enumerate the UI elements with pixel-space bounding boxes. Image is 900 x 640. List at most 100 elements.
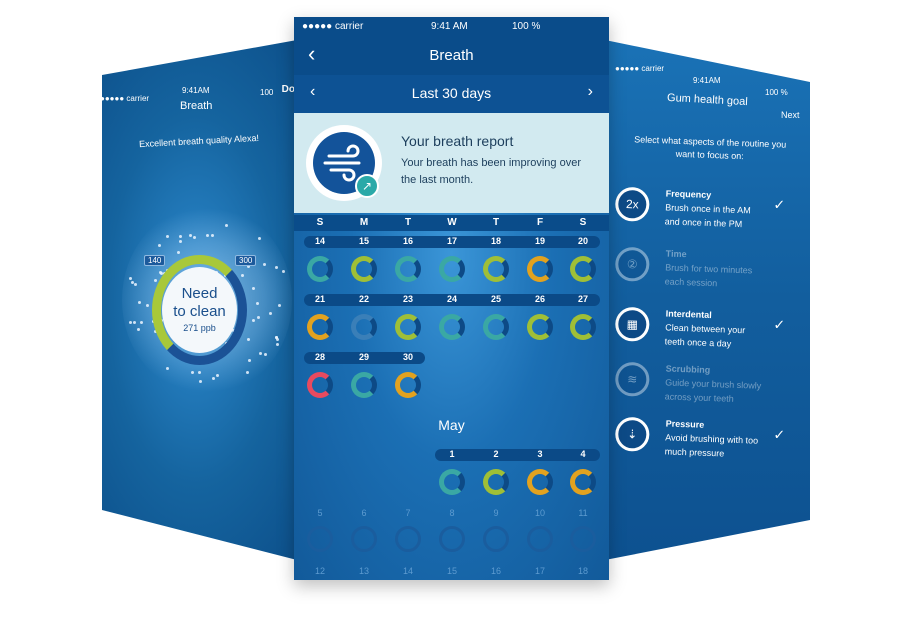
date-range-label: Last 30 days — [411, 85, 492, 101]
day-score-ring[interactable] — [395, 314, 421, 340]
gauge-center: Need to clean 271 ppb — [162, 267, 237, 353]
day-score-ring[interactable] — [351, 372, 377, 398]
day-score-ring[interactable] — [483, 256, 509, 282]
weekday-2: T — [404, 217, 412, 228]
day-score-ring[interactable] — [439, 314, 465, 340]
particle-dot — [248, 359, 252, 363]
calendar-day-number: 15 — [358, 236, 369, 246]
day-score-ring[interactable] — [570, 256, 596, 282]
next-period-chevron-icon[interactable]: › — [588, 83, 593, 101]
next-button[interactable]: Next — [781, 110, 800, 120]
gauge-line1: Need — [181, 285, 218, 302]
day-score-ring[interactable] — [527, 469, 553, 495]
particle-dot — [225, 223, 229, 227]
right-carrier: ●●●●● carrier — [615, 64, 665, 73]
center-status-bar: ●●●●● carrier 9:41 AM 100 % — [294, 17, 609, 37]
future-day-number: 11 — [578, 508, 588, 518]
particle-dot — [166, 235, 170, 239]
checkmark-icon[interactable]: ✓ — [773, 426, 785, 443]
calendar-day-number: 20 — [577, 236, 588, 246]
future-day-number: 7 — [405, 508, 411, 518]
calendar-day-number: 26 — [534, 294, 545, 304]
day-score-ring[interactable] — [351, 256, 377, 282]
goal-item-frequency[interactable]: 2x Frequency Brush once in the AM and once… — [614, 186, 806, 244]
future-day-number: 15 — [446, 566, 457, 576]
day-score-ring[interactable] — [395, 372, 421, 398]
future-day-ring — [483, 526, 509, 552]
day-score-ring[interactable] — [307, 372, 333, 398]
particle-dot — [205, 234, 209, 238]
center-phone-breath-report: ●●●●● carrier 9:41 AM 100 % ‹ Breath ‹ L… — [294, 17, 609, 580]
goal-item-interdental[interactable]: ▦ Interdental Clean between your teeth onc… — [614, 306, 806, 364]
particle-dot — [263, 353, 267, 357]
particle-dot — [278, 303, 282, 307]
particle-dot — [157, 243, 161, 247]
report-description: Your breath has been improving over the … — [401, 157, 581, 186]
particle-dot — [269, 311, 273, 315]
calendar-day-number: 27 — [577, 294, 588, 304]
calendar-day-number: 28 — [314, 352, 325, 362]
goal-item-scrubbing[interactable]: ≋ Scrubbing Guide your brush slowly across… — [614, 361, 806, 419]
day-score-ring[interactable] — [439, 469, 465, 495]
day-score-ring[interactable] — [483, 469, 509, 495]
goal-intro-text: Select what aspects of the routine you w… — [634, 134, 787, 162]
goal-item-pressure[interactable]: ⇣ Pressure Avoid brushing with too much pr… — [614, 416, 806, 474]
day-score-ring[interactable] — [527, 256, 553, 282]
future-day-ring — [439, 526, 465, 552]
particle-dot — [275, 335, 279, 339]
calendar-day-number: 23 — [402, 294, 413, 304]
particle-dot — [176, 250, 180, 254]
right-nav-title: Gum health goal — [666, 91, 748, 109]
future-day-number: 18 — [577, 566, 588, 576]
interdental-icon: ▦ — [614, 306, 650, 342]
day-score-ring[interactable] — [439, 256, 465, 282]
particle-dot — [138, 301, 142, 305]
goal-title: Scrubbing — [665, 363, 711, 375]
gauge-value: 271 ppb — [183, 323, 216, 333]
particle-dot — [276, 343, 280, 347]
left-done-button[interactable]: Do — [282, 84, 295, 95]
goal-item-time[interactable]: ② Time Brush for two minutes each session — [614, 246, 806, 304]
particle-dot — [257, 315, 261, 319]
day-score-ring[interactable] — [395, 256, 421, 282]
calendar-day-number: 1 — [449, 449, 455, 459]
day-score-ring[interactable] — [307, 314, 333, 340]
frequency-icon: 2x — [614, 186, 650, 222]
day-score-ring[interactable] — [351, 314, 377, 340]
calendar-day-number: 21 — [314, 294, 325, 304]
particle-dot — [275, 266, 279, 270]
time-icon: ② — [614, 246, 650, 282]
particle-dot — [139, 321, 143, 325]
particle-dot — [128, 277, 132, 281]
gauge-max-tag: 300 — [235, 255, 257, 266]
calendar-day-number: 4 — [580, 449, 586, 459]
goal-title: Time — [665, 248, 687, 260]
day-score-ring[interactable] — [527, 314, 553, 340]
future-day-ring — [527, 526, 553, 552]
checkmark-icon[interactable]: ✓ — [773, 196, 785, 213]
day-score-ring[interactable] — [483, 314, 509, 340]
particle-dot — [134, 282, 138, 286]
day-score-ring[interactable] — [307, 256, 333, 282]
particle-dot — [193, 235, 197, 239]
day-score-ring[interactable] — [570, 314, 596, 340]
particle-dot — [129, 320, 133, 324]
center-nav-title: Breath — [429, 47, 474, 64]
day-score-ring[interactable] — [570, 469, 596, 495]
goal-description: Avoid brushing with too much pressure — [664, 432, 759, 459]
right-phone-gum-goal-screen: ●●●●● carrier 9:41AM 100 % Gum health go… — [605, 40, 810, 560]
particle-dot — [198, 379, 202, 383]
left-time: 9:41AM — [182, 86, 210, 95]
particle-dot — [246, 337, 250, 341]
checkmark-icon[interactable]: ✓ — [773, 316, 785, 333]
calendar-day-number: 19 — [534, 236, 545, 246]
report-title: Your breath report — [401, 133, 514, 149]
breath-report-card[interactable]: ↗ Your breath report Your breath has bee… — [294, 113, 609, 213]
particle-dot — [258, 351, 262, 355]
particle-dot — [256, 302, 260, 306]
breath-report-badge: ↗ — [306, 125, 382, 201]
center-time: 9:41 AM — [431, 21, 468, 32]
date-range-selector: ‹ Last 30 days › — [294, 75, 609, 113]
breath-wind-icon: ↗ — [313, 132, 379, 198]
left-phone-breath-screen: ●●●●● carrier 9:41AM 100 Breath Do Excel… — [102, 40, 297, 560]
